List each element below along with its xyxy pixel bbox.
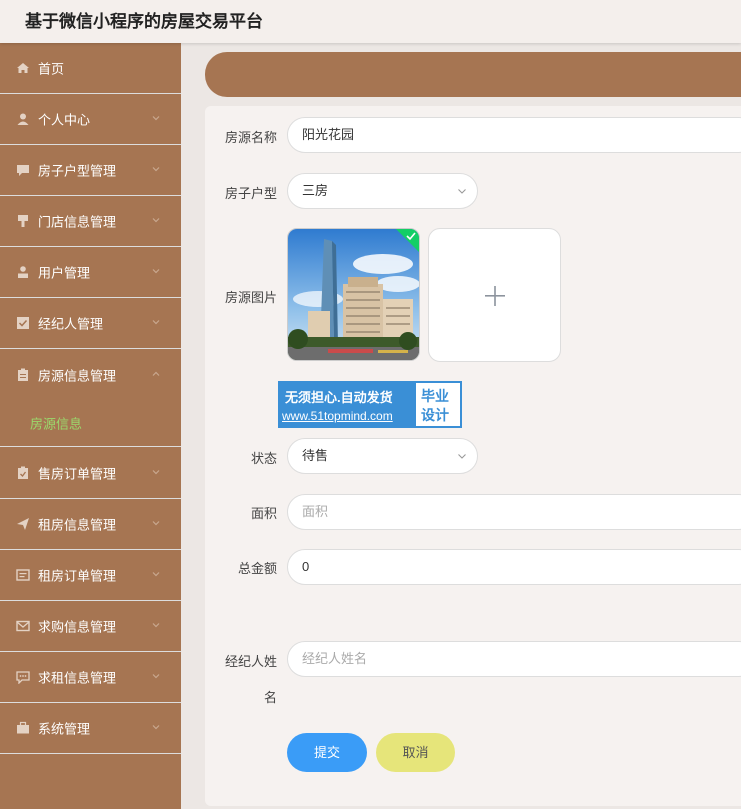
chevron-down-icon — [458, 189, 466, 194]
user-icon — [17, 113, 29, 125]
check-square-icon — [17, 317, 29, 329]
sidebar-item-label: 求租信息管理 — [38, 670, 117, 686]
chevron-down-icon — [152, 674, 160, 679]
chevron-down-icon — [152, 320, 160, 325]
top-bar: 基于微信小程序的房屋交易平台 — [0, 0, 741, 43]
sidebar-item-label: 首页 — [38, 61, 65, 77]
sidebar-item-system[interactable]: 系统管理 — [0, 703, 181, 754]
chevron-down-icon — [152, 521, 160, 526]
pin-icon — [18, 215, 28, 227]
sidebar: 首页 个人中心 房子户型管理 门店信息管理 用户管理 经纪人管理 房源信息管理 … — [0, 43, 181, 809]
sidebar-item-home[interactable]: 首页 — [0, 43, 181, 94]
sidebar-item-rent-orders[interactable]: 租房订单管理 — [0, 550, 181, 601]
sidebar-item-purchase-requests[interactable]: 求购信息管理 — [0, 601, 181, 652]
agent-name-label: 经纪人姓 — [224, 654, 277, 669]
sidebar-item-label: 租房订单管理 — [38, 568, 117, 584]
building-photo — [288, 229, 419, 360]
watermark-side2: 设计 — [421, 407, 449, 423]
watermark-side1: 毕业 — [421, 388, 449, 404]
watermark-badge: 无须担心.自动发货 www.51topmind.com 毕业 设计 — [278, 381, 462, 428]
sidebar-item-label: 售房订单管理 — [38, 466, 117, 482]
sidebar-item-rent-requests[interactable]: 求租信息管理 — [0, 652, 181, 703]
total-amount-label: 总金额 — [237, 561, 277, 576]
area-input[interactable]: 面积 — [287, 494, 741, 530]
sidebar-item-store[interactable]: 门店信息管理 — [0, 196, 181, 247]
sidebar-item-label: 门店信息管理 — [38, 214, 117, 230]
watermark-right: 毕业 设计 — [416, 383, 460, 426]
image-label: 房源图片 — [224, 290, 277, 305]
chevron-down-icon — [152, 572, 160, 577]
sidebar-item-listings[interactable]: 房源信息管理 — [0, 349, 181, 400]
uploaded-image-thumbnail[interactable] — [287, 228, 420, 361]
sidebar-item-label: 房子户型管理 — [38, 163, 117, 179]
sidebar-item-label: 个人中心 — [38, 112, 91, 128]
sidebar-item-agents[interactable]: 经纪人管理 — [0, 298, 181, 349]
sidebar-item-label: 经纪人管理 — [38, 316, 104, 332]
area-label: 面积 — [250, 506, 277, 521]
cancel-button[interactable]: 取消 — [376, 733, 455, 772]
sidebar-subitem-label: 房源信息 — [30, 416, 83, 432]
sidebar-item-label: 房源信息管理 — [38, 368, 117, 383]
chevron-down-icon — [152, 623, 160, 628]
chat-icon — [17, 165, 29, 176]
watermark-line2: www.51topmind.com — [282, 409, 393, 423]
sidebar-item-sale-orders[interactable]: 售房订单管理 — [0, 448, 181, 499]
name-label: 房源名称 — [224, 130, 277, 145]
comment-icon — [16, 671, 30, 684]
sidebar-item-label: 租房信息管理 — [38, 517, 117, 533]
status-select-value: 待售 — [302, 448, 329, 463]
status-select[interactable]: 待售 — [287, 438, 478, 474]
person-icon — [18, 266, 28, 278]
chevron-down-icon — [152, 470, 160, 475]
sidebar-item-label: 用户管理 — [38, 265, 91, 281]
sidebar-item-label: 系统管理 — [38, 721, 91, 737]
chevron-down-icon — [152, 167, 160, 172]
watermark-left: 无须担心.自动发货 www.51topmind.com — [280, 383, 416, 426]
sidebar-item-rentals[interactable]: 租房信息管理 — [0, 499, 181, 550]
sidebar-subitem-listing-info[interactable]: 房源信息 — [0, 400, 181, 447]
chevron-down-icon — [152, 269, 160, 274]
chevron-up-icon — [152, 371, 160, 376]
breadcrumb-banner — [205, 52, 741, 97]
send-icon — [17, 518, 29, 530]
agent-name-input[interactable]: 经纪人姓名 — [287, 641, 741, 677]
chevron-down-icon — [152, 725, 160, 730]
mail-icon — [16, 620, 30, 632]
layout-label: 房子户型 — [224, 186, 277, 201]
home-icon — [17, 63, 29, 73]
layout-select[interactable]: 三房 — [287, 173, 478, 209]
briefcase-icon — [17, 721, 29, 734]
chevron-down-icon — [458, 454, 466, 459]
name-input[interactable]: 阳光花园 — [287, 117, 741, 153]
message-icon — [16, 569, 30, 581]
clipboard-icon — [18, 368, 28, 381]
plus-icon — [485, 286, 505, 306]
watermark-line1: 无须担心.自动发货 — [285, 390, 393, 405]
sidebar-item-label: 求购信息管理 — [38, 619, 117, 635]
sidebar-item-house-type[interactable]: 房子户型管理 — [0, 145, 181, 196]
layout-select-value: 三房 — [302, 183, 329, 198]
total-amount-input[interactable]: 0 — [287, 549, 741, 585]
submit-button[interactable]: 提交 — [287, 733, 367, 772]
chevron-down-icon — [152, 218, 160, 223]
clipboard-check-icon — [18, 466, 28, 479]
app-title: 基于微信小程序的房屋交易平台 — [25, 12, 263, 31]
sidebar-item-users[interactable]: 用户管理 — [0, 247, 181, 298]
status-label: 状态 — [250, 451, 277, 466]
sidebar-item-personal-center[interactable]: 个人中心 — [0, 94, 181, 145]
chevron-down-icon — [152, 116, 160, 121]
agent-name-label-cont: 名 — [263, 690, 277, 705]
image-upload-button[interactable] — [428, 228, 561, 362]
